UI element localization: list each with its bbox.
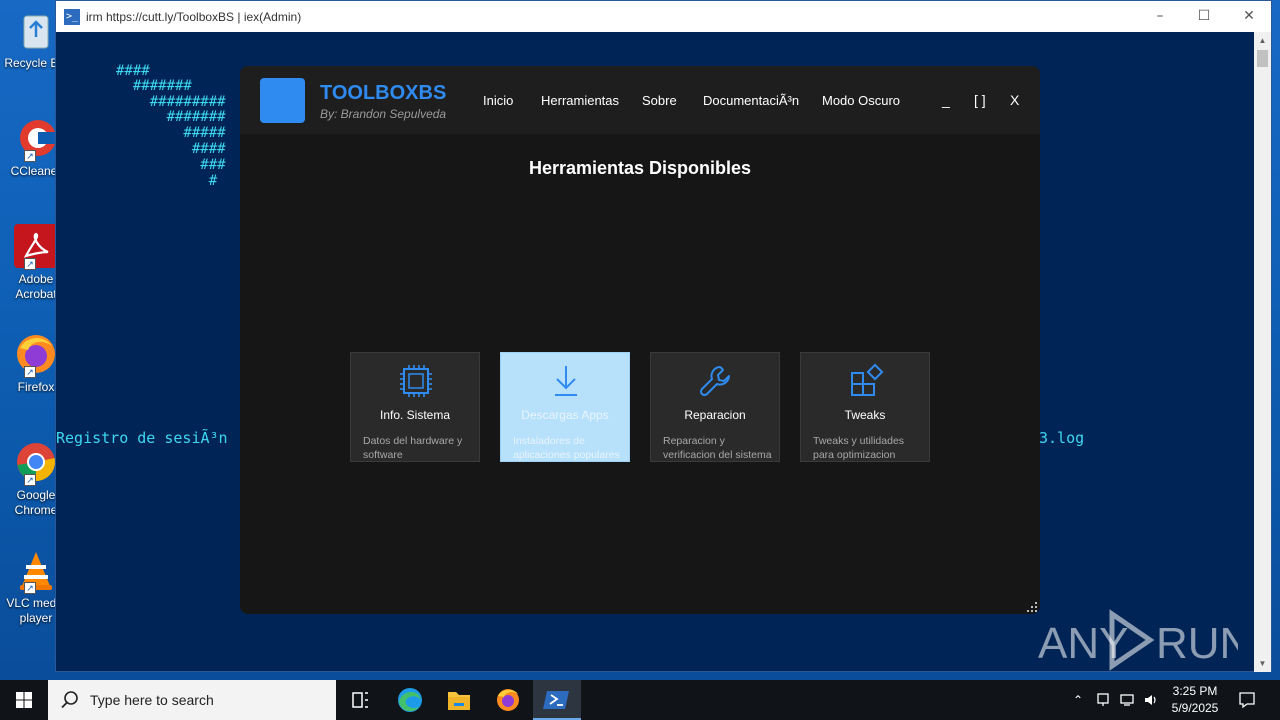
ascii-art-line: ####### (116, 109, 226, 125)
taskbar-clock[interactable]: 3:25 PM 5/9/2025 (1160, 683, 1230, 717)
nav-inicio[interactable]: Inicio (483, 93, 513, 108)
cpu-chip-icon (400, 365, 432, 397)
taskbar-edge-button[interactable] (386, 680, 434, 720)
app-header: TOOLBOXBS By: Brandon Sepulveda Inicio H… (240, 66, 1040, 134)
card-description: Instaladores de aplicaciones populares (513, 435, 620, 461)
card-description: Tweaks y utilidades para optimizacion (813, 435, 905, 461)
task-view-button[interactable] (336, 680, 384, 720)
card-title: Reparacion (684, 408, 746, 422)
app-title: TOOLBOXBS (320, 82, 447, 104)
scroll-up-arrow-icon[interactable]: ▲ (1254, 32, 1271, 49)
section-title: Herramientas Disponibles (528, 158, 752, 178)
vlc-icon: ↗ (14, 548, 58, 594)
app-minimize-button[interactable]: _ (942, 92, 950, 108)
shortcut-arrow-icon: ↗ (24, 150, 36, 162)
folder-icon (448, 692, 470, 710)
nav-herramientas[interactable]: Herramientas (541, 93, 619, 108)
card-info-sistema[interactable]: Info. Sistema Datos del hardware y softw… (350, 352, 480, 462)
vertical-scrollbar[interactable]: ▲ ▼ (1254, 32, 1271, 672)
widgets-icon (851, 363, 884, 396)
adobe-acrobat-icon: ↗ (14, 224, 58, 270)
toolboxbs-window[interactable]: TOOLBOXBS By: Brandon Sepulveda Inicio H… (240, 66, 1040, 614)
ascii-art-line: #### (116, 141, 226, 157)
log-line-right: 3.log (1039, 429, 1085, 447)
nav-documentacion[interactable]: DocumentaciÃ³n (703, 93, 799, 108)
powershell-window-title: irm https://cutt.ly/ToolboxBS | iex(Admi… (86, 9, 302, 24)
anyrun-watermark: ANY RUN (1038, 608, 1251, 672)
taskbar-search-box[interactable]: Type here to search (48, 680, 336, 720)
card-description: Datos del hardware y software (363, 435, 463, 461)
start-button[interactable] (0, 680, 48, 720)
powershell-icon (543, 691, 569, 709)
notifications-button[interactable] (1232, 680, 1262, 720)
card-description: Reparacion y verificacion del sistema (663, 435, 772, 461)
edge-icon (398, 688, 422, 712)
taskbar-powershell-button[interactable] (533, 680, 581, 720)
ethernet-icon[interactable] (1116, 680, 1138, 720)
svg-text:ANY: ANY (1038, 619, 1128, 668)
close-button[interactable]: ✕ (1226, 1, 1272, 32)
ascii-art-line: ##### (116, 125, 226, 141)
ascii-art-line: ####### (116, 78, 192, 94)
app-close-button[interactable]: X (1010, 92, 1019, 108)
resize-grip-icon[interactable] (1027, 602, 1037, 612)
svg-text:RUN: RUN (1156, 619, 1238, 668)
maximize-button[interactable]: ☐ (1181, 1, 1227, 32)
clock-date: 5/9/2025 (1171, 701, 1219, 715)
ascii-art-line: #### (116, 63, 150, 79)
search-placeholder: Type here to search (90, 692, 214, 708)
card-title: Info. Sistema (379, 408, 451, 422)
scrollbar-thumb[interactable] (1257, 50, 1268, 67)
card-title: Tweaks (844, 408, 886, 422)
card-descargas-apps[interactable]: Descargas Apps Instaladores de aplicacio… (500, 352, 630, 462)
shortcut-arrow-icon: ↗ (24, 474, 36, 486)
chrome-icon: ↗ (14, 440, 58, 486)
nav-sobre[interactable]: Sobre (642, 93, 677, 108)
ascii-art-line: # (116, 173, 218, 189)
card-title: Descargas Apps (521, 408, 609, 422)
search-icon (61, 691, 78, 709)
card-tweaks[interactable]: Tweaks Tweaks y utilidades para optimiza… (800, 352, 930, 462)
app-logo (260, 78, 305, 123)
shortcut-arrow-icon: ↗ (24, 582, 36, 594)
clock-time: 3:25 PM (1172, 684, 1218, 698)
taskbar-file-explorer-button[interactable] (435, 680, 483, 720)
task-view-icon (352, 692, 368, 708)
firefox-icon: ↗ (14, 332, 58, 378)
powershell-titlebar[interactable]: >_ irm https://cutt.ly/ToolboxBS | iex(A… (56, 1, 1271, 32)
minimize-button[interactable]: – (1137, 1, 1183, 32)
ascii-art-line: ######### (116, 94, 226, 110)
windows-logo-icon (16, 692, 32, 708)
powershell-icon: >_ (64, 8, 80, 25)
nav-modo-oscuro[interactable]: Modo Oscuro (822, 93, 900, 108)
notification-icon (1239, 692, 1255, 709)
network-status-icon[interactable] (1092, 680, 1114, 720)
firefox-icon (497, 689, 519, 711)
scroll-down-arrow-icon[interactable]: ▼ (1254, 655, 1271, 672)
tray-overflow-chevron-icon[interactable]: ⌃ (1068, 680, 1088, 720)
volume-icon[interactable] (1140, 680, 1162, 720)
app-maximize-button[interactable]: [ ] (974, 92, 986, 108)
ccleaner-icon: ↗ (14, 116, 58, 162)
shortcut-arrow-icon: ↗ (24, 366, 36, 378)
app-subtitle: By: Brandon Sepulveda (320, 107, 447, 121)
taskbar-firefox-button[interactable] (484, 680, 532, 720)
shortcut-arrow-icon: ↗ (24, 258, 36, 270)
log-line-left: Registro de sesiÃ³n (56, 429, 228, 447)
card-reparacion[interactable]: Reparacion Reparacion y verificacion del… (650, 352, 780, 462)
recycle-bin-icon (14, 8, 58, 52)
ascii-art-line: ### (116, 157, 226, 173)
download-icon (555, 366, 577, 396)
wrench-icon (699, 366, 730, 397)
taskbar: Type here to search ⌃ 3:25 PM 5/9/2025 (0, 680, 1280, 720)
